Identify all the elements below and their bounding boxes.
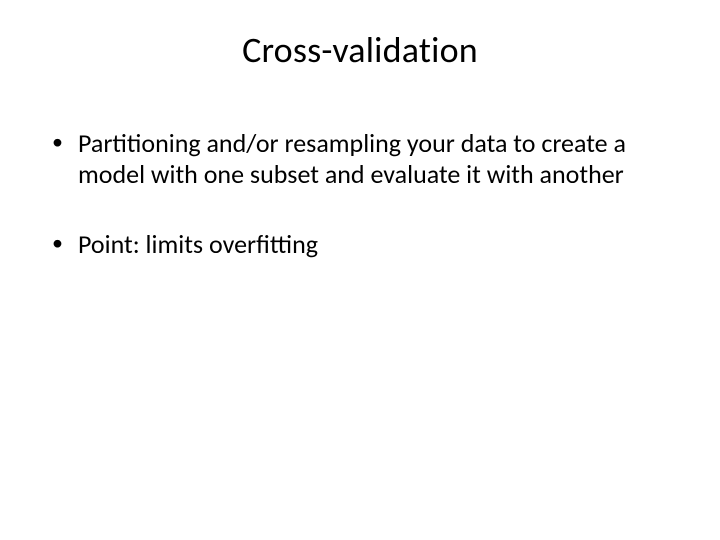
bullet-list: Partitioning and/or resampling your data…	[38, 128, 682, 260]
list-item: Partitioning and/or resampling your data…	[48, 128, 682, 189]
slide: Cross-validation Partitioning and/or res…	[0, 0, 720, 540]
slide-title: Cross-validation	[38, 28, 682, 72]
list-item: Point: limits overfitting	[48, 229, 682, 260]
